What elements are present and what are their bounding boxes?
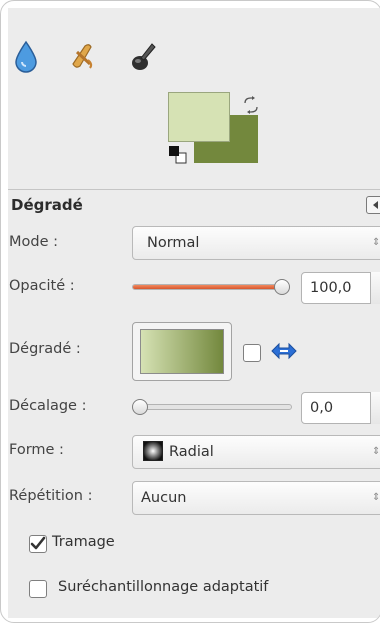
repeat-combo[interactable]: Aucun ⇕ [132, 481, 380, 515]
combo-arrow-icon: ⇕ [372, 446, 380, 457]
opacity-slider[interactable] [132, 284, 283, 290]
gradient-preview [140, 329, 224, 374]
offset-slider[interactable] [140, 404, 292, 410]
smudge-icon[interactable] [64, 36, 100, 76]
tool-options-panel: Dégradé Mode : Normal ⇕ Opacité : 100,0 … [8, 8, 380, 618]
tool-options-title: Dégradé [11, 196, 83, 214]
opacity-spinbox[interactable]: 100,0 [301, 272, 380, 304]
repeat-value: Aucun [141, 490, 187, 506]
offset-slider-knob[interactable] [132, 399, 148, 415]
combo-arrow-icon: ⇕ [372, 492, 380, 503]
mode-label: Mode : [9, 234, 59, 250]
collapse-button[interactable] [366, 196, 380, 214]
offset-label: Décalage : [9, 398, 87, 414]
window-frame: Dégradé Mode : Normal ⇕ Opacité : 100,0 … [0, 0, 380, 623]
mode-value: Normal [147, 235, 200, 251]
checkmark-icon [30, 536, 46, 550]
shape-value: Radial [169, 444, 214, 460]
repeat-label: Répétition : [9, 488, 93, 504]
offset-value: 0,0 [310, 400, 334, 416]
gradient-selector-button[interactable] [132, 322, 232, 381]
dithering-label: Tramage [52, 534, 115, 550]
section-divider [8, 189, 380, 190]
radial-shape-icon [143, 441, 163, 461]
spin-buttons[interactable] [370, 392, 380, 424]
default-colors-icon[interactable] [168, 145, 188, 165]
reverse-gradient-checkbox[interactable] [243, 344, 261, 362]
foreground-color-swatch[interactable] [168, 92, 230, 142]
combo-arrow-icon: ⇕ [372, 237, 380, 248]
opacity-label: Opacité : [9, 278, 75, 294]
supersampling-checkbox[interactable] [29, 580, 47, 598]
opacity-slider-knob[interactable] [274, 279, 290, 295]
opacity-value: 100,0 [310, 280, 352, 296]
supersampling-label: Suréchantillonnage adaptatif [58, 579, 269, 595]
spin-buttons[interactable] [370, 272, 380, 304]
offset-spinbox[interactable]: 0,0 [301, 392, 380, 424]
opacity-slider-fill [133, 285, 283, 289]
ink-pen-icon[interactable] [124, 36, 160, 76]
dithering-checkbox[interactable] [29, 535, 47, 553]
gradient-label: Dégradé : [9, 341, 81, 357]
fg-bg-color-area [160, 86, 280, 181]
swap-colors-icon[interactable] [240, 94, 262, 116]
shape-label: Forme : [9, 442, 64, 458]
tool-icons-row [8, 36, 228, 76]
ink-drop-icon[interactable] [8, 36, 44, 76]
shape-combo[interactable]: Radial ⇕ [132, 435, 380, 469]
mode-combo[interactable]: Normal ⇕ [132, 226, 380, 260]
reverse-arrows-icon [270, 339, 298, 363]
